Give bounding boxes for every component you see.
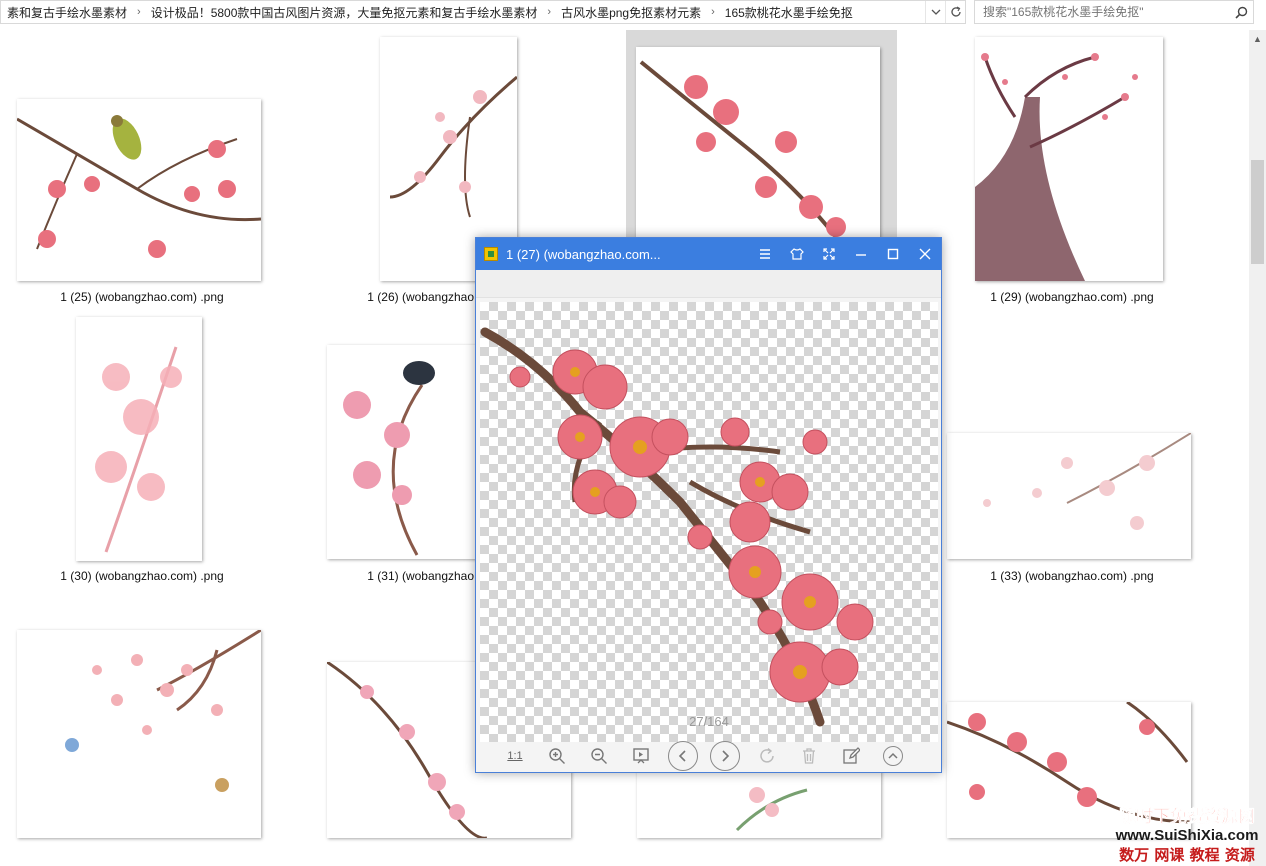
vertical-scrollbar[interactable]: ▲ (1249, 30, 1266, 866)
file-name[interactable]: 1 (25) (wobangzhao.com) .png (17, 290, 267, 304)
breadcrumb: 素和复古手绘水墨素材 › 设计极品！5800款中国古风图片资源，大量免抠元素和复… (1, 4, 925, 21)
search-input[interactable] (975, 5, 1229, 19)
minimize-icon (856, 254, 866, 256)
watermark: 随时下免费资源网 www.SuiShiXia.com 数万 网课 教程 资源 (1108, 802, 1266, 865)
watermark-line: 数万 网课 教程 资源 (1119, 846, 1255, 864)
zoom-out-icon (591, 748, 607, 764)
chevron-up-icon (883, 746, 903, 766)
scroll-up-arrow-icon[interactable]: ▲ (1249, 30, 1266, 47)
next-image-button[interactable] (704, 740, 746, 772)
history-dropdown-button[interactable] (925, 1, 945, 23)
thumbnail-image[interactable] (17, 630, 261, 838)
thumbnail-image[interactable] (76, 317, 202, 561)
chevron-left-icon (668, 741, 698, 771)
chevron-down-icon (931, 9, 940, 15)
fullscreen-button[interactable] (813, 238, 845, 270)
thumbnail-image[interactable] (637, 770, 881, 838)
chevron-right-icon[interactable]: › (133, 6, 145, 18)
zoom-in-button[interactable] (536, 740, 578, 772)
breadcrumb-item[interactable]: 165款桃花水墨手绘免抠 (719, 4, 859, 21)
thumbnail-image[interactable] (947, 433, 1191, 559)
delete-button[interactable] (788, 740, 830, 772)
file-name[interactable]: 1 (33) (wobangzhao.com) .png (947, 569, 1197, 583)
minimize-button[interactable] (845, 238, 877, 270)
slideshow-icon (633, 748, 649, 764)
expand-icon (823, 248, 835, 260)
file-name[interactable]: 1 (29) (wobangzhao.com) .png (947, 290, 1197, 304)
image-counter: 27/164 (689, 714, 729, 729)
close-icon (919, 248, 931, 260)
close-button[interactable] (909, 238, 941, 270)
maximize-icon (887, 248, 899, 260)
maximize-button[interactable] (877, 238, 909, 270)
expand-toolbar-button[interactable] (872, 740, 914, 772)
watermark-line: 随时下免费资源网 (1119, 807, 1256, 828)
breadcrumb-item[interactable]: 设计极品！5800款中国古风图片资源，大量免抠元素和复古手绘水墨素材 (145, 4, 544, 21)
rotate-icon (760, 747, 774, 763)
image-viewer-window[interactable]: 1 (27) (wobangzhao.com... 27/164 1:1 (475, 237, 942, 773)
thumbnail-image[interactable] (17, 99, 261, 281)
thumbnail-image[interactable] (327, 345, 487, 559)
chevron-right-icon[interactable]: › (707, 6, 719, 18)
actual-size-button[interactable]: 1:1 (494, 740, 536, 772)
refresh-button[interactable] (945, 1, 965, 23)
viewer-toolbar: 1:1 (476, 739, 942, 773)
watermark-line: www.SuiShiXia.com (1115, 827, 1259, 844)
trash-icon (803, 748, 815, 764)
viewer-title: 1 (27) (wobangzhao.com... (506, 246, 661, 262)
viewer-titlebar[interactable]: 1 (27) (wobangzhao.com... (476, 238, 941, 270)
refresh-icon (950, 6, 961, 17)
previous-image-button[interactable] (662, 740, 704, 772)
actual-size-label: 1:1 (507, 750, 523, 762)
zoom-out-button[interactable] (578, 740, 620, 772)
image-canvas[interactable] (480, 302, 938, 742)
breadcrumb-item[interactable]: 古风水墨png免抠素材元素 (555, 4, 707, 21)
app-icon (484, 247, 498, 261)
thumbnail-image[interactable] (636, 47, 880, 241)
chevron-right-icon (710, 741, 740, 771)
skin-button[interactable] (781, 238, 813, 270)
viewer-toolbar-top (476, 270, 941, 298)
shirt-icon (790, 248, 804, 260)
rotate-button[interactable] (746, 740, 788, 772)
search-icon[interactable] (1229, 6, 1253, 19)
chevron-right-icon[interactable]: › (543, 6, 555, 18)
file-name[interactable]: 1 (30) (wobangzhao.com) .png (17, 569, 267, 583)
breadcrumb-item[interactable]: 素和复古手绘水墨素材 (1, 4, 133, 21)
menu-button[interactable] (749, 238, 781, 270)
thumbnail-image[interactable] (975, 37, 1163, 281)
scrollbar-thumb[interactable] (1251, 160, 1264, 264)
zoom-in-icon (549, 748, 565, 764)
edit-icon (843, 747, 860, 764)
address-bar[interactable]: 素和复古手绘水墨素材 › 设计极品！5800款中国古风图片资源，大量免抠元素和复… (0, 0, 966, 24)
search-box[interactable] (974, 0, 1254, 24)
menu-icon (760, 249, 770, 259)
blossom-branch-image (480, 327, 874, 727)
slideshow-button[interactable] (620, 740, 662, 772)
edit-button[interactable] (830, 740, 872, 772)
